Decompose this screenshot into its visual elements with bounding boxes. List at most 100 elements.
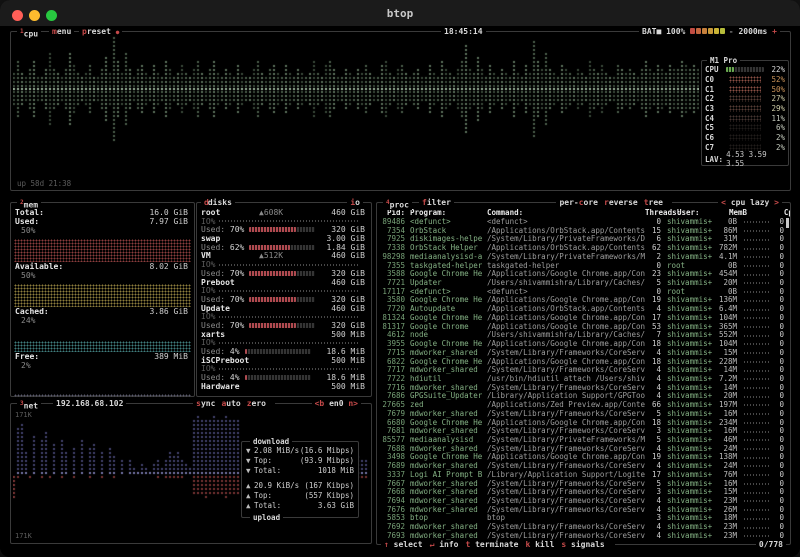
proc-threads: 0 [645,262,661,271]
process-row[interactable]: 3580Google Chrome He/Applications/Google… [379,296,784,305]
proc-threads: 23 [645,270,661,279]
process-row[interactable]: 7715mdworker_shared/System/Library/Frame… [379,349,784,358]
proc-user: shivammis+ [667,244,715,253]
proc-option-t[interactable]: tree [644,198,663,207]
tab-net[interactable]: 3net [17,399,41,411]
header-pid[interactable]: Pid: [379,209,405,218]
proc-option-c[interactable]: per-core [559,198,598,207]
disk-total: 500 MiB [331,383,365,392]
proc-command: /Applications/Zed Preview.app/Conten [487,401,645,410]
sort-next-button[interactable]: > [774,198,779,207]
proc-mem: 104M [715,340,737,349]
proc-pid: 5853 [379,514,405,523]
process-row[interactable]: 3588Google Chrome He/Applications/Google… [379,270,784,279]
tab-proc[interactable]: 4proc [383,198,412,210]
used-label: Used: [201,243,225,252]
process-row[interactable]: 7667mdworker_shared/System/Library/Frame… [379,480,784,489]
process-row[interactable]: 7692mdworker_shared/System/Library/Frame… [379,523,784,532]
proc-mem: 16M [715,427,737,436]
select-button[interactable]: ↑ select [384,540,423,549]
net-option-z[interactable]: zero [247,399,266,408]
process-row[interactable]: 7668mdworker_shared/System/Library/Frame… [379,488,784,497]
process-row[interactable]: 3337Logi AI Prompt B/Library/Application… [379,471,784,480]
process-row[interactable]: 7694mdworker_shared/System/Library/Frame… [379,497,784,506]
proc-user: shivammis+ [667,384,715,393]
core-history-graph [729,86,761,93]
process-row[interactable]: 7688mdworker_shared/System/Library/Frame… [379,445,784,454]
disk-used-meter-fill [245,375,248,380]
process-row[interactable]: 7716mdworker_shared/System/Library/Frame… [379,384,784,393]
header-user[interactable]: User: [677,209,725,218]
process-row[interactable]: 7355taskgated-helpertaskgated-helper0roo… [379,262,784,271]
process-row[interactable]: 7717mdworker_shared/System/Library/Frame… [379,366,784,375]
used-label: Used: [201,269,225,278]
proc-option-r[interactable]: reverse [604,198,638,207]
proc-cpu: 0.0 [771,349,784,358]
proc-cpu: 0.0 [771,323,784,332]
proc-program: mdworker_shared [410,480,484,489]
info-button[interactable]: ↵ info [430,540,459,549]
menu-button[interactable]: menu [49,27,74,36]
net-option-a[interactable]: auto [221,399,240,408]
header-mem[interactable]: MemB [725,209,747,218]
process-row[interactable]: 81317Google Chrome/Applications/Google C… [379,323,784,332]
process-row[interactable]: 7689mdworker_shared/System/Library/Frame… [379,462,784,471]
process-row[interactable]: 89486<defunct><defunct>0shivammis+0B0.0 [379,218,784,227]
proc-threads: 5 [645,436,661,445]
proc-header-row: Pid: Program: Command: Threads: User: Me… [377,209,790,218]
sort-prev-button[interactable]: < [721,198,726,207]
core-load-value: 29% [763,104,785,113]
header-cpu[interactable]: Cpu% + [781,209,790,218]
process-row[interactable]: 81324Google Chrome He/Applications/Googl… [379,314,784,323]
process-row[interactable]: 85577mediaanalysisd/System/Library/Priva… [379,436,784,445]
process-row[interactable]: 27665zed/Applications/Zed Preview.app/Co… [379,401,784,410]
process-row[interactable]: 7722hdiutil/usr/bin/hdiutil attach /User… [379,375,784,384]
proc-scrollbar[interactable] [786,218,789,228]
proc-mem: 23M [715,497,737,506]
interval-minus-button[interactable]: - [729,27,734,36]
used-label: Used: [201,321,225,330]
header-threads[interactable]: Threads: [645,209,671,218]
process-row[interactable]: 6680Google Chrome He/Applications/Google… [379,419,784,428]
proc-pid: 89486 [379,218,405,227]
process-row[interactable]: 3498Google Chrome He/Applications/Google… [379,453,784,462]
prev-interface-button[interactable]: <b [315,399,325,408]
process-row[interactable]: 3955Google Chrome He/Applications/Google… [379,340,784,349]
update-interval: - 2000ms + [726,27,780,36]
proc-command: /System/Library/Frameworks/CoreServi [487,384,645,393]
process-row[interactable]: 5853btopbtop3shivammis+18M0.0 [379,514,784,523]
process-row[interactable]: 7686GPGSuite_Updater/Library/Application… [379,392,784,401]
mem-graph-slot [14,235,191,262]
next-interface-button[interactable]: n> [348,399,358,408]
process-row[interactable]: 7925diskimages-helpe/System/Library/Priv… [379,235,784,244]
process-row[interactable]: 98298mediaanalysisd-a/System/Library/Pri… [379,253,784,262]
io-mode-button[interactable]: io [347,198,363,207]
proc-user: shivammis+ [667,514,715,523]
net-option-s[interactable]: sync [196,399,215,408]
header-command[interactable]: Command: [487,209,645,218]
process-row[interactable]: 7681mdworker_shared/System/Library/Frame… [379,427,784,436]
interval-plus-button[interactable]: + [772,27,777,36]
terminate-button[interactable]: t terminate [465,540,518,549]
process-row[interactable]: 17117<defunct><defunct>0root0B0.0 [379,288,784,297]
signals-button[interactable]: s signals [561,540,604,549]
header-program[interactable]: Program: [410,209,484,218]
process-row[interactable]: 7721Updater/Users/shivammishra/Library/C… [379,279,784,288]
proc-cpu: 0.0 [771,288,784,297]
core-history-graph [729,134,761,141]
proc-mem: 24M [715,445,737,454]
process-row[interactable]: 6822Google Chrome He/Applications/Google… [379,358,784,367]
process-row[interactable]: 7679mdworker_shared/System/Library/Frame… [379,410,784,419]
proc-user: shivammis+ [667,331,715,340]
process-row[interactable]: 7676mdworker_shared/System/Library/Frame… [379,506,784,515]
process-row[interactable]: 7354OrbStack/Applications/OrbStack.app/C… [379,227,784,236]
process-row[interactable]: 4612node/Users/shivammishra/Library/Cach… [379,331,784,340]
kill-button[interactable]: k kill [525,540,554,549]
process-row[interactable]: 7338OrbStack Helper/Applications/OrbStac… [379,244,784,253]
filter-button[interactable]: filter [419,198,454,207]
proc-mem-graph [741,262,771,271]
proc-mem: 16M [715,480,737,489]
tab-disks[interactable]: ddisks [201,198,235,207]
process-row[interactable]: 7720Autoupdate/Applications/OrbStack.app… [379,305,784,314]
proc-user: shivammis+ [667,296,715,305]
